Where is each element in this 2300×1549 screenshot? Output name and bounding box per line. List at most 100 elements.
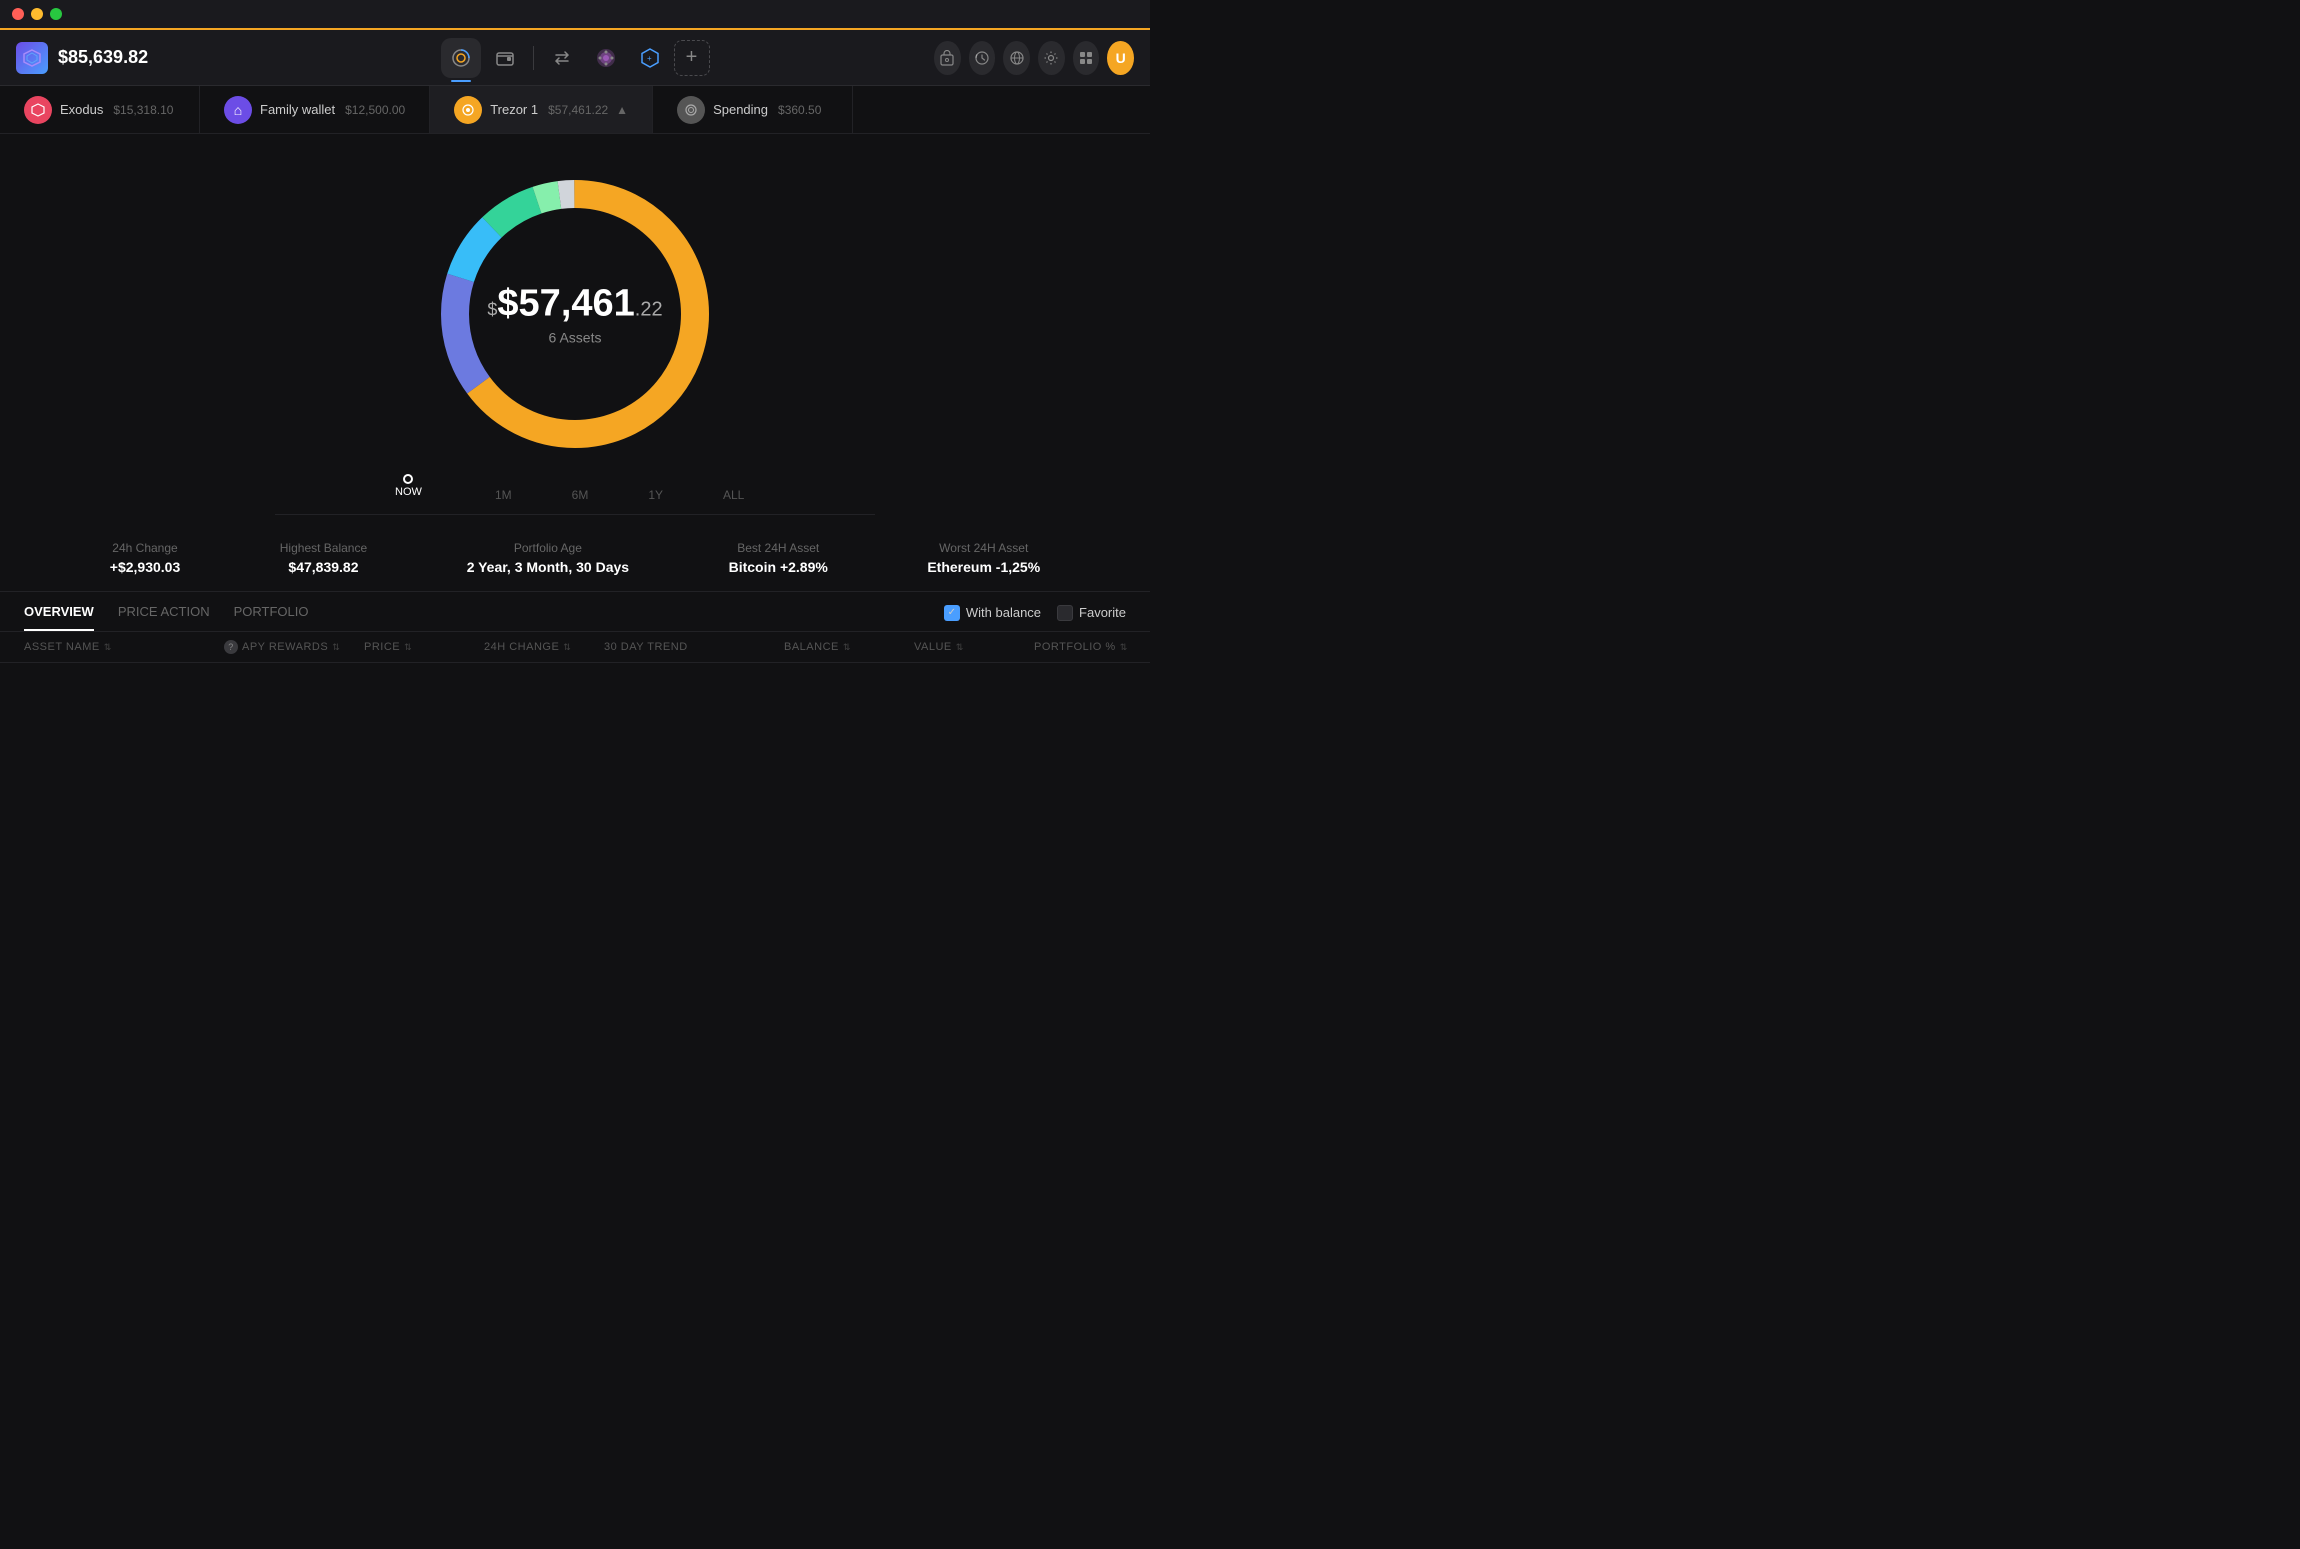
timeline: NOW NOW 1M 6M 1Y ALL [275, 484, 875, 515]
nav-divider [533, 46, 534, 70]
sort-price-icon: ⇅ [404, 642, 412, 653]
tab-price-action[interactable]: PRICE ACTION [118, 604, 210, 631]
stat-24h-label: 24h Change [110, 541, 180, 555]
minimize-dot[interactable] [31, 8, 43, 20]
sort-asset-icon: ⇅ [104, 642, 112, 653]
stat-highest-value: $47,839.82 [280, 559, 367, 575]
col-30day-trend[interactable]: 30 DAY TREND [604, 640, 784, 654]
col-asset-name[interactable]: ASSET NAME ⇅ [24, 640, 224, 654]
stat-worst-label: Worst 24H Asset [927, 541, 1040, 555]
wallet-tab-exodus[interactable]: Exodus $15,318.10 [0, 86, 200, 133]
stat-worst-asset: Worst 24H Asset Ethereum -1,25% [927, 541, 1040, 575]
timeline-dot [403, 474, 413, 484]
settings-btn[interactable] [1038, 41, 1065, 75]
trezor-tab-name: Trezor 1 [490, 102, 538, 117]
exodus-tab-balance: $15,318.10 [113, 103, 173, 117]
spending-tab-balance: $360.50 [778, 103, 821, 117]
main-content: $$57,461.22 6 Assets NOW NOW 1M 6M 1Y AL… [0, 134, 1150, 663]
col-balance[interactable]: BALANCE ⇅ [784, 640, 914, 654]
stat-age-value: 2 Year, 3 Month, 30 Days [467, 559, 629, 575]
stats-row: 24h Change +$2,930.03 Highest Balance $4… [0, 525, 1150, 592]
wallet-tab-spending[interactable]: Spending $360.50 [653, 86, 853, 133]
wallet-nav-btn[interactable] [485, 38, 525, 78]
family-tab-name: Family wallet [260, 102, 335, 117]
tab-portfolio[interactable]: PORTFOLIO [234, 604, 309, 631]
with-balance-checkbox-checked[interactable]: ✓ [944, 605, 960, 621]
stat-highest-label: Highest Balance [280, 541, 367, 555]
donut-center: $$57,461.22 6 Assets [487, 283, 662, 346]
sort-value-icon: ⇅ [956, 642, 964, 653]
apy-help-icon: ? [224, 640, 238, 654]
filter-favorite[interactable]: Favorite [1057, 605, 1126, 621]
col-24h-change[interactable]: 24H CHANGE ⇅ [484, 640, 604, 654]
wallet-tab-trezor[interactable]: Trezor 1 $57,461.22 ▲ [430, 86, 653, 133]
favorite-label: Favorite [1079, 605, 1126, 620]
timeline-all[interactable]: ALL [723, 484, 744, 506]
timeline-1m[interactable]: 1M [495, 484, 512, 506]
wallet-tab-family[interactable]: ⌂ Family wallet $12,500.00 [200, 86, 430, 133]
trezor-icon [454, 96, 482, 124]
close-dot[interactable] [12, 8, 24, 20]
with-balance-label: With balance [966, 605, 1041, 620]
col-portfolio-pct[interactable]: PORTFOLIO % ⇅ [1034, 640, 1134, 654]
timeline-1y[interactable]: 1Y [648, 484, 663, 506]
stat-best-value: Bitcoin +2.89% [729, 559, 828, 575]
maximize-dot[interactable] [50, 8, 62, 20]
filter-controls: ✓ With balance Favorite [944, 605, 1126, 631]
stat-24h-value: +$2,930.03 [110, 559, 180, 575]
grid-btn[interactable] [1073, 41, 1100, 75]
donut-assets-label: 6 Assets [487, 330, 662, 346]
sort-balance-icon: ⇅ [843, 642, 851, 653]
titlebar [0, 0, 1150, 28]
total-balance: $85,639.82 [58, 47, 148, 68]
stat-best-asset: Best 24H Asset Bitcoin +2.89% [729, 541, 828, 575]
logo-icon[interactable] [16, 42, 48, 74]
swap-nav-btn[interactable] [542, 38, 582, 78]
add-wallet-nav-btn[interactable]: + [630, 38, 670, 78]
trezor-chevron-icon: ▲ [616, 103, 628, 117]
exodus-icon [24, 96, 52, 124]
stat-worst-value: Ethereum -1,25% [927, 559, 1040, 575]
sort-portfolio-icon: ⇅ [1120, 642, 1128, 653]
sort-24h-icon: ⇅ [563, 642, 571, 653]
header-left: $85,639.82 [16, 42, 216, 74]
vault-btn[interactable] [934, 41, 961, 75]
globe-btn[interactable] [1003, 41, 1030, 75]
table-header: ASSET NAME ⇅ ? APY REWARDS ⇅ PRICE ⇅ 24H… [0, 632, 1150, 663]
history-btn[interactable] [969, 41, 996, 75]
family-icon: ⌂ [224, 96, 252, 124]
stat-best-label: Best 24H Asset [729, 541, 828, 555]
header-center: + + [216, 38, 934, 78]
favorite-checkbox-empty[interactable] [1057, 605, 1073, 621]
sort-apy-icon: ⇅ [332, 642, 340, 653]
donut-chart: $$57,461.22 6 Assets [415, 154, 735, 474]
tab-overview[interactable]: OVERVIEW [24, 604, 94, 631]
header-right: U [934, 41, 1134, 75]
add-nav-btn[interactable]: + [674, 40, 710, 76]
stat-highest-balance: Highest Balance $47,839.82 [280, 541, 367, 575]
stat-portfolio-age: Portfolio Age 2 Year, 3 Month, 30 Days [467, 541, 629, 575]
plus-icon: + [686, 46, 698, 69]
avatar-btn[interactable]: U [1107, 41, 1134, 75]
stat-24h-change: 24h Change +$2,930.03 [110, 541, 180, 575]
filter-with-balance[interactable]: ✓ With balance [944, 605, 1041, 621]
spending-icon [677, 96, 705, 124]
portfolio-nav-btn[interactable] [441, 38, 481, 78]
stat-age-label: Portfolio Age [467, 541, 629, 555]
col-value[interactable]: VALUE ⇅ [914, 640, 1034, 654]
wallet-tabs: Exodus $15,318.10 ⌂ Family wallet $12,50… [0, 86, 1150, 134]
timeline-now-text: NOW [395, 486, 422, 498]
header: $85,639.82 [0, 30, 1150, 86]
col-price[interactable]: PRICE ⇅ [364, 640, 484, 654]
apps-nav-btn[interactable] [586, 38, 626, 78]
col-apy-rewards[interactable]: ? APY REWARDS ⇅ [224, 640, 364, 654]
timeline-6m[interactable]: 6M [572, 484, 589, 506]
trezor-tab-balance: $57,461.22 [548, 103, 608, 117]
chart-area: $$57,461.22 6 Assets NOW NOW 1M 6M 1Y AL… [0, 134, 1150, 525]
exodus-tab-name: Exodus [60, 102, 103, 117]
family-tab-balance: $12,500.00 [345, 103, 405, 117]
spending-tab-name: Spending [713, 102, 768, 117]
donut-amount: $$57,461.22 [487, 283, 662, 326]
table-tabs-bar: OVERVIEW PRICE ACTION PORTFOLIO ✓ With b… [0, 592, 1150, 632]
svg-text:+: + [647, 54, 652, 63]
